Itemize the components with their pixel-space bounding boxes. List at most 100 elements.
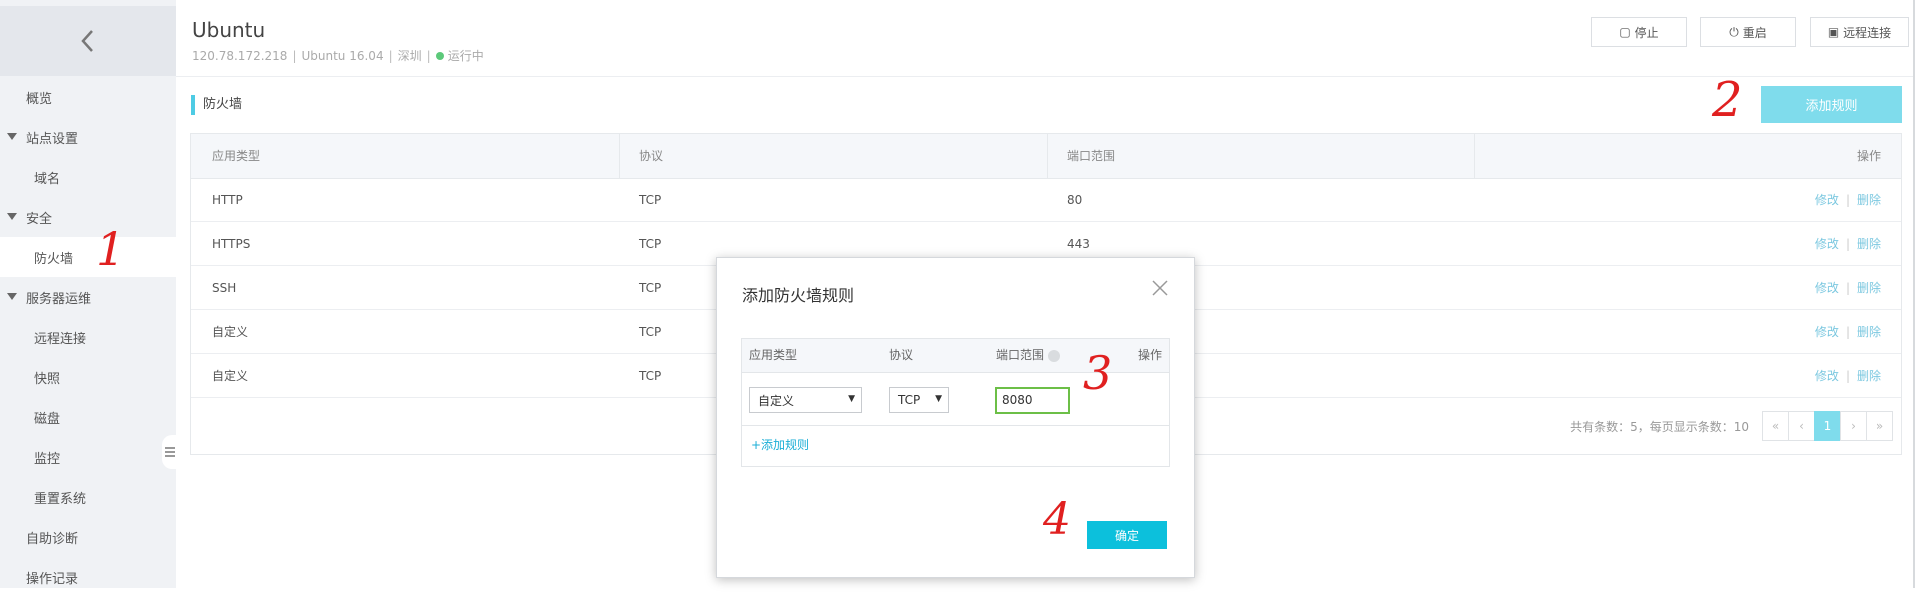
stop-button[interactable]: ▢ 停止 [1591,17,1687,47]
instance-info: 120.78.172.218 | Ubuntu 16.04 | 深圳 | 运行中 [192,47,484,64]
dialog-title: 添加防火墙规则 [742,286,855,305]
column-header-protocol: 协议 [889,348,914,362]
column-divider [619,134,620,178]
help-icon[interactable] [1048,349,1061,362]
sidebar: 概览 站点设置 域名 安全 防火墙 服务器运维 远程连接 快照 磁盘 监控 重置… [0,0,176,588]
expand-triangle-icon [7,293,17,300]
back-button[interactable] [0,6,176,76]
page-first-button[interactable]: « [1762,411,1789,441]
instance-header: Ubuntu 120.78.172.218 | Ubuntu 16.04 | 深… [176,0,1923,76]
action-separator: | [1845,325,1850,339]
window-edge [1913,0,1915,588]
sidebar-item-snapshot[interactable]: 快照 [0,357,176,397]
sidebar-item-disk[interactable]: 磁盘 [0,397,176,437]
chevron-left-icon [81,30,93,52]
page-next-button[interactable]: › [1840,411,1867,441]
app-type-select[interactable]: 自定义 ▼ [749,387,862,413]
monitor-icon: ▣ [1827,25,1840,39]
separator: | [388,48,393,63]
section-title-firewall: 防火墙 [191,95,242,115]
delete-link[interactable]: 删除 [1857,281,1881,295]
sidebar-item-security[interactable]: 安全 [0,197,176,237]
column-divider [1474,134,1475,178]
pagination: 共有条数：5，每页显示条数：10 « ‹ 1 › » [1570,411,1893,441]
page-1-button[interactable]: 1 [1814,411,1841,441]
cell-app-type: HTTP [212,193,243,207]
list-icon [165,447,175,457]
edit-link[interactable]: 修改 [1815,281,1839,295]
sidebar-item-monitor[interactable]: 监控 [0,437,176,477]
action-separator: | [1845,237,1850,251]
instance-region: 深圳 [397,49,422,63]
annotation-1: 1 [96,222,126,276]
edit-link[interactable]: 修改 [1815,369,1839,383]
delete-link[interactable]: 删除 [1857,193,1881,207]
sidebar-item-overview[interactable]: 概览 [0,77,176,117]
cell-protocol: TCP [639,193,662,207]
action-separator: | [1845,281,1850,295]
column-header-actions: 操作 [1137,348,1162,362]
confirm-button[interactable]: 确定 [1087,521,1167,549]
header-divider [176,76,1913,77]
instance-ip: 120.78.172.218 [192,48,288,63]
edit-link[interactable]: 修改 [1815,325,1839,339]
sidebar-item-domain[interactable]: 域名 [0,157,176,197]
cell-app-type: 自定义 [212,325,249,339]
row-actions: 修改 | 删除 [1815,178,1881,222]
restart-button[interactable]: ⏻ 重启 [1700,17,1796,47]
column-header-protocol: 协议 [639,149,664,163]
column-header-actions: 操作 [1856,149,1881,163]
column-header-app-type: 应用类型 [749,348,798,362]
pagination-info: 共有条数：5，每页显示条数：10 [1570,419,1749,434]
annotation-2: 2 [1712,72,1743,128]
column-header-app-type: 应用类型 [212,149,261,163]
cell-protocol: TCP [639,281,662,295]
cell-app-type: HTTPS [212,237,251,251]
instance-os: Ubuntu 16.04 [301,48,384,63]
annotation-3: 3 [1083,346,1113,400]
column-header-port-range: 端口范围 [996,339,1061,372]
action-separator: | [1845,193,1850,207]
delete-link[interactable]: 删除 [1857,237,1881,251]
column-divider [1047,134,1048,178]
port-range-input[interactable]: 8080 [995,387,1070,414]
protocol-select[interactable]: TCP ▼ [889,387,949,413]
add-rule-link[interactable]: +添加规则 [751,436,809,453]
cell-app-type: 自定义 [212,369,249,383]
remote-connect-button[interactable]: ▣ 远程连接 [1810,17,1909,47]
page-last-button[interactable]: » [1866,411,1893,441]
instance-name: Ubuntu [192,18,266,42]
sidebar-collapse-handle[interactable] [162,435,178,469]
row-actions: 修改 | 删除 [1815,310,1881,354]
action-separator: | [1845,369,1850,383]
cell-app-type: SSH [212,281,237,295]
sidebar-item-remote-connect[interactable]: 远程连接 [0,317,176,357]
delete-link[interactable]: 删除 [1857,369,1881,383]
dropdown-arrow-icon: ▼ [935,394,942,404]
table-header: 应用类型 协议 端口范围 操作 [191,134,1901,179]
sidebar-item-firewall[interactable]: 防火墙 [0,237,176,277]
power-icon: ⏻ [1729,24,1739,39]
close-icon[interactable] [1150,278,1170,298]
add-firewall-rule-dialog: 添加防火墙规则 应用类型 协议 端口范围 操作 自定义 ▼ TCP ▼ 8080 +… [716,257,1195,578]
cell-protocol: TCP [639,369,662,383]
edit-link[interactable]: 修改 [1815,193,1839,207]
sidebar-item-self-diagnosis[interactable]: 自助诊断 [0,517,176,557]
sidebar-item-operation-log[interactable]: 操作记录 [0,557,176,597]
column-header-port-range: 端口范围 [1067,149,1116,163]
row-actions: 修改 | 删除 [1815,354,1881,398]
add-rule-button[interactable]: 添加规则 [1761,86,1902,123]
delete-link[interactable]: 删除 [1857,325,1881,339]
page-prev-button[interactable]: ‹ [1788,411,1815,441]
expand-triangle-icon [7,133,17,140]
annotation-4: 4 [1043,494,1071,545]
sidebar-item-server-ops[interactable]: 服务器运维 [0,277,176,317]
cell-protocol: TCP [639,237,662,251]
sidebar-item-site-settings[interactable]: 站点设置 [0,117,176,157]
expand-triangle-icon [7,213,17,220]
instance-status: 运行中 [447,49,484,63]
edit-link[interactable]: 修改 [1815,237,1839,251]
table-row: HTTP TCP 80 修改 | 删除 [191,178,1901,222]
row-actions: 修改 | 删除 [1815,266,1881,310]
sidebar-item-reset-system[interactable]: 重置系统 [0,477,176,517]
